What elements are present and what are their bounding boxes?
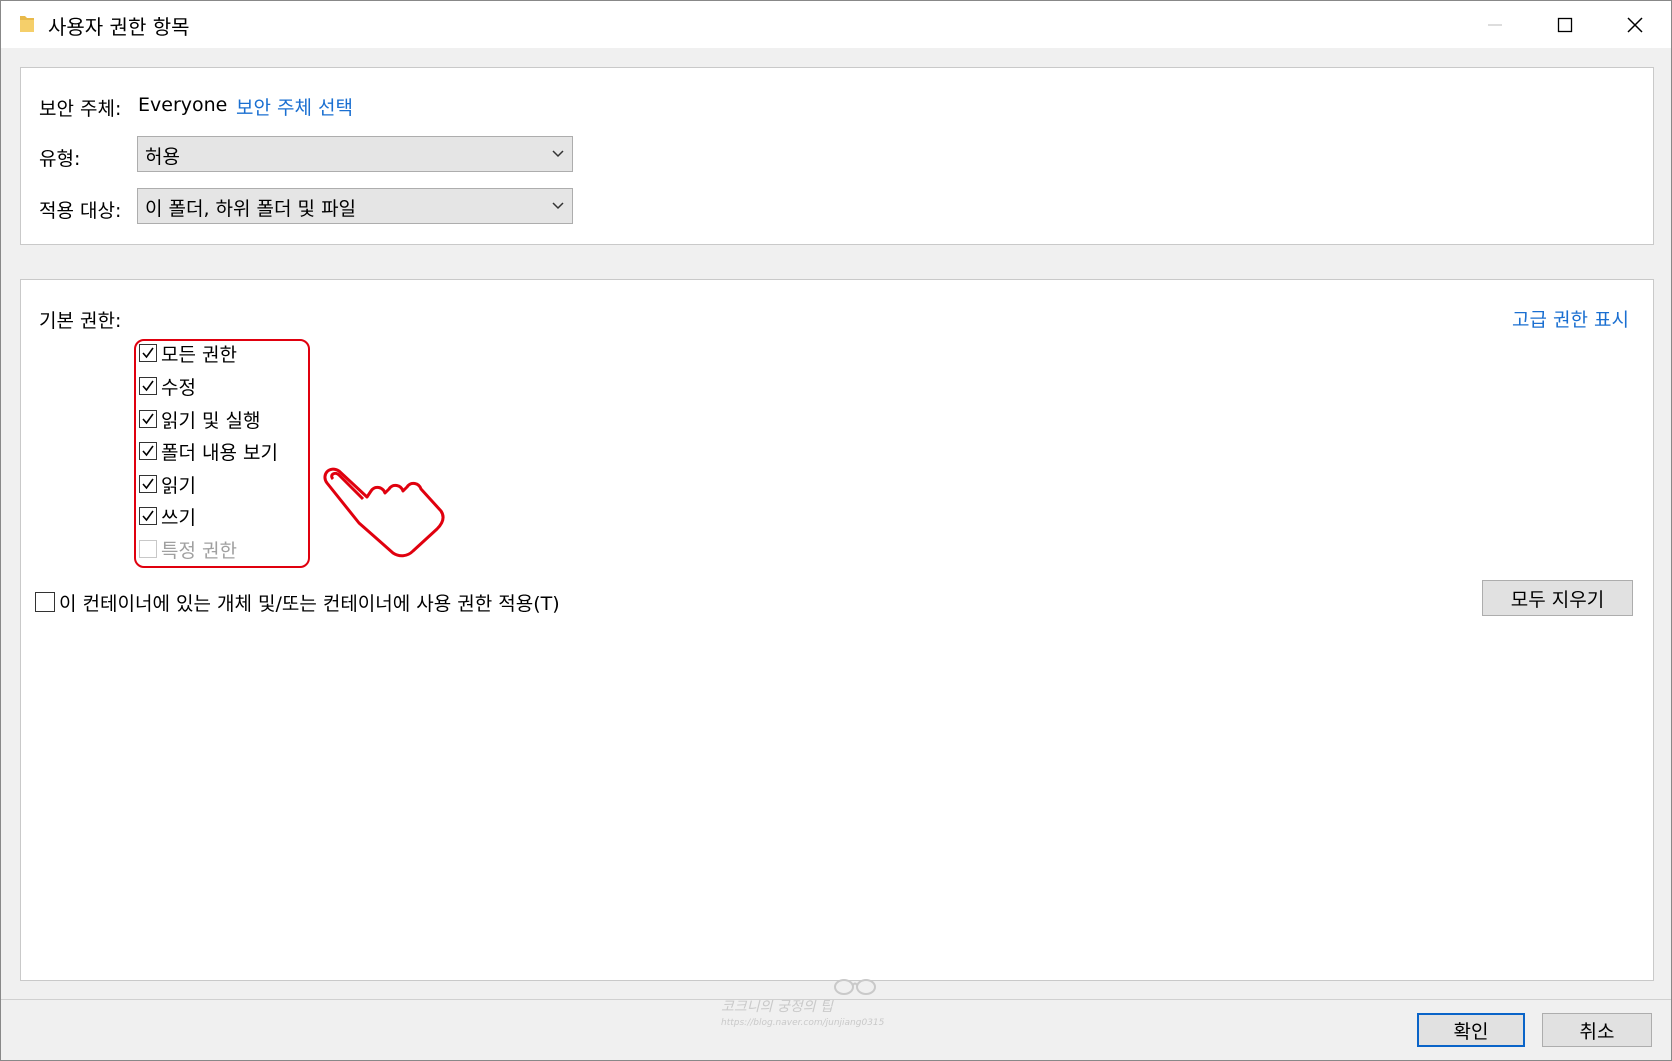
principal-label: 보안 주체: (39, 98, 122, 120)
apply-to-container-option[interactable]: 이 컨테이너에 있는 개체 및/또는 컨테이너에 사용 권한 적용(T) (35, 587, 560, 617)
chevron-down-icon (552, 150, 564, 158)
glasses-icon (834, 979, 876, 995)
watermark: 코크니의 궁정의 팁 https://blog.naver.com/junjia… (721, 996, 884, 1028)
cancel-button[interactable]: 취소 (1542, 1013, 1652, 1047)
principal-panel: 보안 주체: Everyone 보안 주체 선택 유형: 허용 적용 대상: 이… (20, 67, 1654, 245)
watermark-url: https://blog.naver.com/junjiang0315 (721, 1018, 885, 1028)
permission-entry-dialog: 사용자 권한 항목 보안 주체: Everyone 보안 주체 선택 유형: 허… (0, 0, 1672, 1061)
applies-to-label: 적용 대상: (39, 200, 122, 222)
applies-to-dropdown-value: 이 폴더, 하위 폴더 및 파일 (145, 198, 357, 220)
highlight-box (134, 339, 310, 568)
apply-to-container-label: 이 컨테이너에 있는 개체 및/또는 컨테이너에 사용 권한 적용(T) (59, 592, 560, 615)
maximize-button[interactable] (1531, 1, 1599, 48)
title-bar: 사용자 권한 항목 (1, 1, 1671, 48)
chevron-down-icon (552, 202, 564, 210)
applies-to-dropdown[interactable]: 이 폴더, 하위 폴더 및 파일 (137, 188, 573, 224)
pointing-hand-icon (323, 467, 445, 558)
folder-icon (19, 14, 35, 34)
footer-divider (1, 999, 1671, 1000)
clear-all-button[interactable]: 모두 지우기 (1482, 580, 1633, 616)
basic-permissions-label: 기본 권한: (39, 310, 122, 332)
type-label: 유형: (39, 148, 81, 170)
principal-value: Everyone (138, 94, 228, 116)
close-button[interactable] (1601, 1, 1669, 48)
select-principal-link[interactable]: 보안 주체 선택 (236, 93, 353, 120)
type-dropdown-value: 허용 (145, 146, 180, 168)
ok-button[interactable]: 확인 (1417, 1013, 1525, 1047)
type-dropdown[interactable]: 허용 (137, 136, 573, 172)
minimize-button[interactable] (1461, 1, 1529, 48)
window-title: 사용자 권한 항목 (48, 15, 190, 39)
checkbox[interactable] (35, 592, 55, 612)
show-advanced-permissions-link[interactable]: 고급 권한 표시 (1512, 305, 1629, 332)
